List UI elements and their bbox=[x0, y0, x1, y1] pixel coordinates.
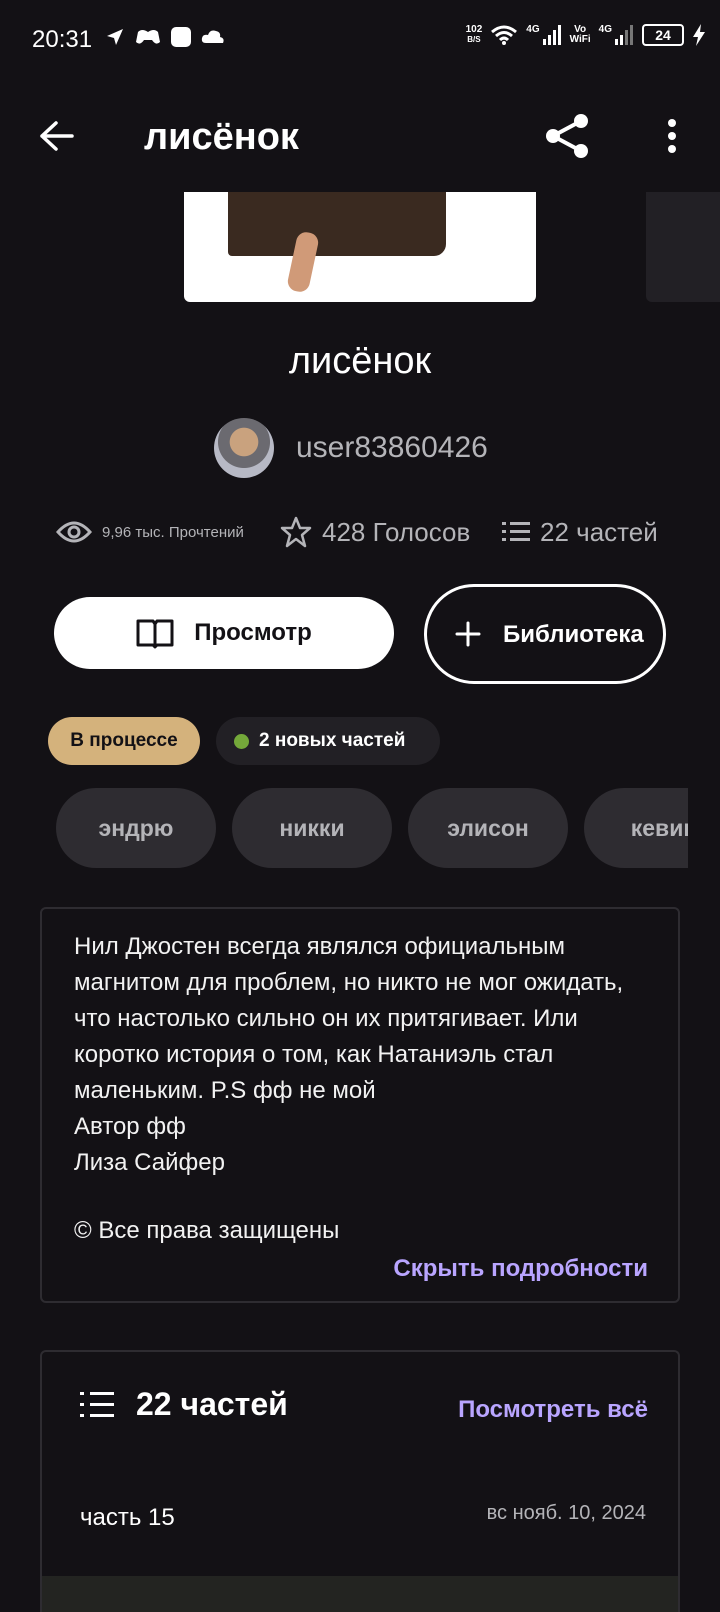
parts-header: 22 частей bbox=[80, 1386, 288, 1423]
status-bar: 20:31 102 B/S 4G Vo WiFi 4G 24 bbox=[0, 0, 720, 80]
view-button[interactable]: Просмотр bbox=[54, 597, 394, 669]
network-speed: 102 B/S bbox=[465, 24, 483, 45]
part-list-item-next[interactable] bbox=[42, 1576, 678, 1612]
reads-stat: 9,96 тыс. Прочтений bbox=[56, 520, 266, 544]
list-icon bbox=[502, 522, 530, 541]
volte-indicator: Vo WiFi bbox=[569, 24, 591, 45]
next-cover-image[interactable] bbox=[646, 192, 720, 302]
back-button[interactable] bbox=[32, 112, 80, 160]
view-button-label: Просмотр bbox=[194, 619, 312, 646]
signal-2: 4G bbox=[599, 25, 634, 45]
parts-title: 22 частей bbox=[136, 1386, 288, 1422]
part-date: вс нояб. 10, 2024 bbox=[486, 1502, 646, 1524]
part-list-item[interactable]: часть 15 вс нояб. 10, 2024 bbox=[42, 1478, 678, 1568]
add-to-library-button[interactable]: Библиотека bbox=[424, 584, 666, 684]
author-avatar[interactable] bbox=[214, 418, 274, 478]
notification-icons bbox=[104, 26, 226, 48]
tag-chip[interactable]: эндрю bbox=[56, 788, 216, 868]
cover-image[interactable] bbox=[184, 192, 536, 302]
share-button[interactable] bbox=[540, 108, 596, 164]
description-card: Нил Джостен всегда являлся официальным м… bbox=[40, 907, 680, 1303]
cover-figure bbox=[228, 192, 446, 256]
eye-icon bbox=[56, 521, 92, 543]
app-square-icon bbox=[171, 27, 191, 47]
cloud-icon bbox=[201, 30, 224, 43]
story-title: лисёнок bbox=[288, 340, 432, 382]
hide-details-link[interactable]: Скрыть подробности bbox=[393, 1255, 648, 1283]
share-icon bbox=[546, 114, 588, 158]
game-controller-icon bbox=[136, 30, 160, 44]
view-all-link[interactable]: Посмотреть всё bbox=[458, 1396, 648, 1424]
charging-bolt-icon bbox=[693, 24, 705, 46]
star-icon bbox=[280, 516, 312, 548]
copyright-text: © Все права защищены bbox=[74, 1217, 340, 1244]
signal-1: 4G bbox=[526, 25, 561, 45]
signal-bars-icon bbox=[615, 25, 633, 45]
wifi-icon bbox=[491, 25, 518, 45]
signal-bars-icon bbox=[542, 25, 561, 45]
tag-chip[interactable]: никки bbox=[232, 788, 392, 868]
battery-indicator: 24 bbox=[642, 24, 684, 46]
open-book-icon bbox=[136, 619, 174, 649]
story-stats: 9,96 тыс. Прочтений 428 Голосов 22 часте… bbox=[56, 516, 676, 548]
tag-chip[interactable]: элисон bbox=[408, 788, 568, 868]
location-arrow-icon bbox=[107, 29, 123, 45]
back-arrow-icon bbox=[40, 121, 74, 151]
author-link[interactable]: user83860426 bbox=[214, 418, 488, 478]
parts-list-icon bbox=[80, 1391, 114, 1417]
more-vertical-icon bbox=[668, 119, 676, 153]
system-indicators: 102 B/S 4G Vo WiFi 4G 24 bbox=[466, 24, 706, 46]
app-bar: лисёнок bbox=[0, 80, 720, 192]
new-parts-badge: 2 новых частей bbox=[216, 717, 440, 765]
library-button-label: Библиотека bbox=[503, 620, 644, 648]
votes-stat: 428 Голосов bbox=[280, 516, 490, 548]
parts-card: 22 частей Посмотреть всё часть 15 вс ноя… bbox=[40, 1350, 680, 1612]
status-badge: В процессе bbox=[48, 717, 200, 765]
tag-chip[interactable]: кевин bbox=[584, 788, 688, 868]
description-text: Нил Джостен всегда являлся официальным м… bbox=[74, 933, 624, 1176]
new-dot-icon bbox=[234, 733, 249, 749]
plus-icon bbox=[455, 621, 481, 647]
more-options-button[interactable] bbox=[648, 108, 696, 164]
author-name[interactable]: user83860426 bbox=[296, 431, 488, 465]
app-bar-title: лисёнок bbox=[144, 116, 299, 158]
part-name: часть 15 bbox=[80, 1504, 175, 1531]
parts-stat: 22 частей bbox=[502, 517, 658, 548]
status-time: 20:31 bbox=[32, 26, 93, 53]
tag-carousel[interactable]: эндрю никки элисон кевин bbox=[56, 788, 688, 868]
